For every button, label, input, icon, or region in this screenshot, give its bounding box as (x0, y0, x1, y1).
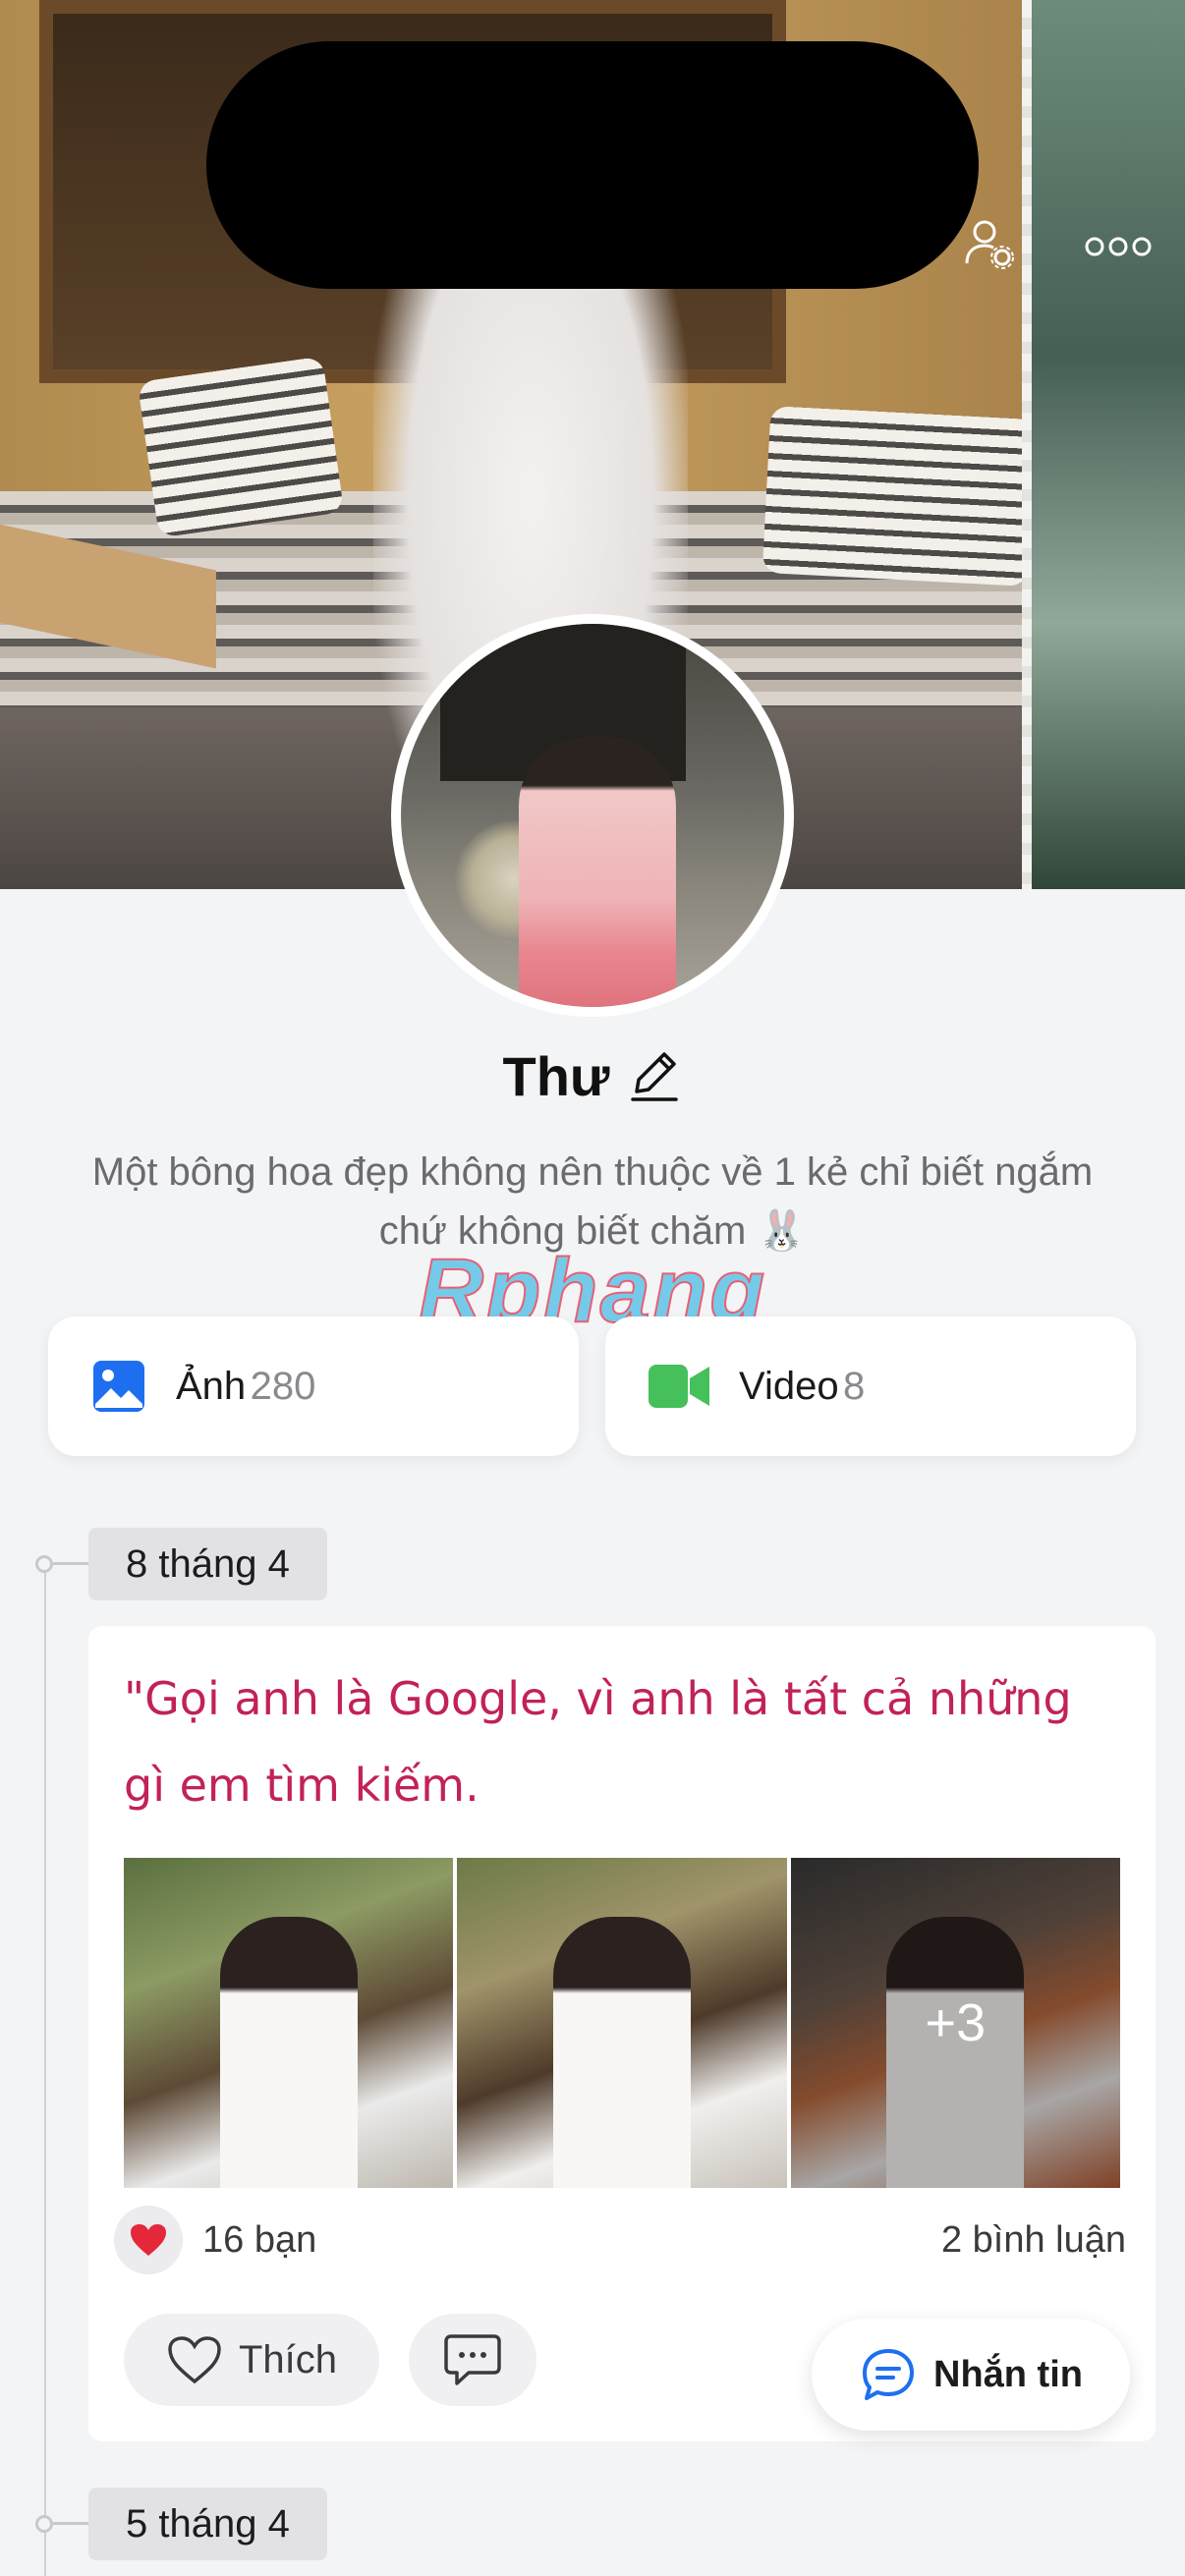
profile-name: Thư (502, 1044, 610, 1107)
cover-pillow (762, 406, 1037, 587)
photos-count: 280 (250, 1364, 316, 1408)
video-camera-icon (649, 1363, 709, 1410)
avatar-photo (401, 624, 784, 1007)
more-photos-count: +3 (925, 1993, 987, 2052)
reaction-row: 16 bạn 2 bình luận (114, 2206, 1126, 2274)
likes-count[interactable]: 16 bạn (202, 2219, 316, 2262)
like-button[interactable]: Thích (124, 2314, 379, 2406)
photos-label: Ảnh (176, 1364, 247, 1408)
message-label: Nhắn tin (933, 2353, 1083, 2395)
date-header: 8 tháng 4 (88, 1528, 327, 1600)
photos-card[interactable]: Ảnh 280 (48, 1316, 579, 1456)
post-text: "Gọi anh là Google, vì anh là tất cả nhữ… (124, 1672, 1072, 1812)
friend-settings-icon[interactable] (959, 212, 1022, 275)
videos-count: 8 (843, 1364, 866, 1408)
comment-button[interactable] (409, 2314, 536, 2406)
like-label: Thích (238, 2337, 338, 2381)
chat-bubble-icon (859, 2345, 918, 2404)
comments-count[interactable]: 2 bình luận (941, 2219, 1126, 2262)
heart-icon (166, 2334, 223, 2385)
timeline-dot (35, 2515, 53, 2533)
timeline-line (44, 1564, 46, 2576)
post-photos: +3 (124, 1858, 1120, 2188)
dynamic-island (206, 41, 979, 289)
heart-reaction-icon[interactable] (114, 2206, 183, 2274)
more-icon[interactable] (1081, 222, 1156, 271)
date-header: 5 tháng 4 (88, 2488, 327, 2560)
post-photo[interactable]: +3 (790, 1858, 1120, 2188)
cover-forest (1032, 0, 1185, 889)
message-button[interactable]: Nhắn tin (812, 2319, 1130, 2431)
profile-name-row: Thư (0, 1036, 1185, 1115)
videos-card[interactable]: Video 8 (605, 1316, 1136, 1456)
cover-pillow (137, 356, 345, 538)
edit-pencil-icon[interactable] (627, 1046, 682, 1105)
timeline-dot (35, 1555, 53, 1573)
avatar[interactable] (391, 614, 794, 1017)
photo-icon (91, 1359, 146, 1414)
post-photo[interactable] (457, 1858, 787, 2188)
post-photo[interactable] (124, 1858, 454, 2188)
videos-label: Video (739, 1364, 839, 1408)
comment-icon (443, 2332, 502, 2387)
